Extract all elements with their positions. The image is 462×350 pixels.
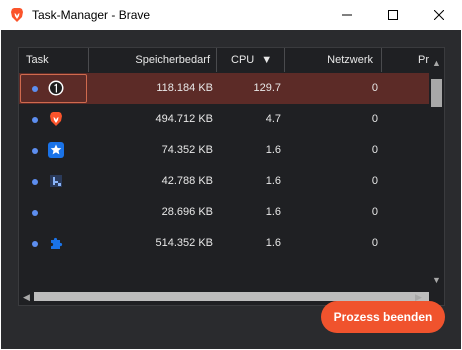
task-manager-body: Task Speicherbedarf CPU ▼ Netzwerk Pr 11… [1,30,461,349]
brave-lion-icon [11,8,23,22]
network-value: 0 [371,113,378,125]
maximize-button[interactable] [370,0,416,30]
scroll-up-icon[interactable]: ▲ [429,56,444,70]
maximize-icon [388,10,398,20]
vertical-scroll-thumb[interactable] [431,79,442,107]
column-header-memory[interactable]: Speicherbedarf [89,48,217,72]
table-row[interactable]: 28.696 KB 1.6 0 [19,197,429,228]
minimize-button[interactable] [324,0,370,30]
table-row[interactable]: 74.352 KB 1.6 0 [19,135,429,166]
column-header-task[interactable]: Task [19,48,89,72]
title-bar: Task-Manager - Brave [0,0,462,30]
network-value: 0 [371,82,378,94]
window-title: Task-Manager - Brave [32,8,151,22]
end-process-button[interactable]: Prozess beenden [321,301,445,333]
network-value: 0 [371,144,378,156]
table-row[interactable]: 514.352 KB 1.6 0 [19,228,429,259]
close-button[interactable] [416,0,462,30]
network-value: 0 [371,206,378,218]
network-value: 0 [371,175,378,187]
column-header-cpu[interactable]: CPU ▼ [217,48,285,72]
column-header-network[interactable]: Netzwerk [285,48,382,72]
scroll-down-icon[interactable]: ▼ [429,273,444,287]
table-header: Task Speicherbedarf CPU ▼ Netzwerk Pr [19,48,431,72]
scroll-left-icon[interactable]: ◀ [19,289,34,305]
table-row[interactable]: 118.184 KB 129.7 0 [19,73,429,104]
table-row[interactable]: 42.788 KB 1.6 0 [19,166,429,197]
task-table[interactable]: Task Speicherbedarf CPU ▼ Netzwerk Pr 11… [18,47,445,306]
sort-descending-icon: ▼ [261,54,273,66]
network-value: 0 [371,237,378,249]
table-row[interactable]: 494.712 KB 4.7 0 [19,104,429,135]
minimize-icon [342,14,352,16]
horizontal-scroll-thumb[interactable] [34,292,429,301]
close-icon [434,10,444,20]
vertical-scrollbar[interactable]: ▲ ▼ [429,48,444,289]
